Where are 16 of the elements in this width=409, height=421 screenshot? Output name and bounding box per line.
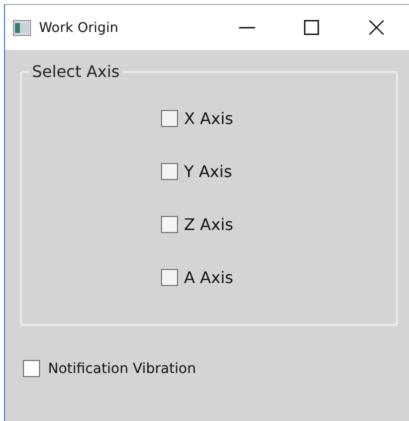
checkbox[interactable]	[161, 216, 178, 233]
checkbox-label[interactable]: Z Axis	[184, 215, 234, 234]
maximize-icon	[304, 20, 319, 35]
close-icon	[369, 20, 384, 35]
checkbox[interactable]	[161, 269, 178, 286]
checkbox-label[interactable]: Y Axis	[184, 162, 232, 181]
checkbox[interactable]	[23, 360, 40, 377]
minimize-icon	[238, 26, 254, 28]
checkbox[interactable]	[161, 163, 178, 180]
app-icon	[13, 20, 31, 36]
checkbox[interactable]	[161, 110, 178, 127]
checkbox-label[interactable]: X Axis	[184, 109, 234, 128]
checkbox-label[interactable]: A Axis	[184, 268, 234, 287]
checkbox-label[interactable]: Notification Vibration	[48, 360, 196, 376]
group-title: Select Axis	[31, 62, 121, 81]
window-title: Work Origin	[39, 20, 118, 36]
